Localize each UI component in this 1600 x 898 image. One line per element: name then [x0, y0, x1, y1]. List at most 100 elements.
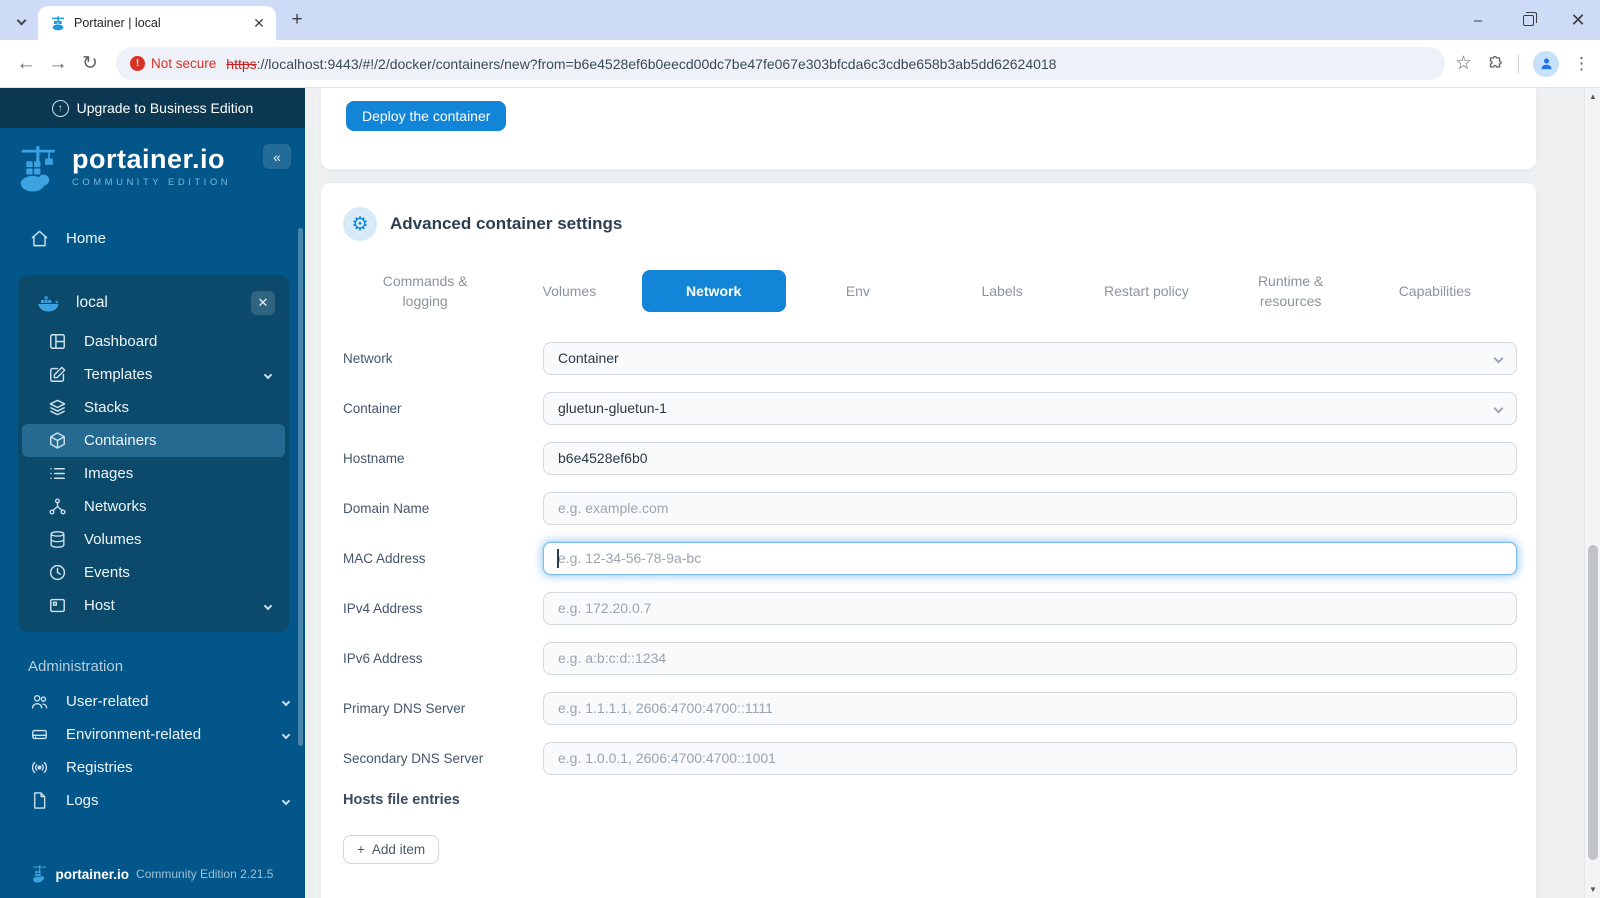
browser-menu-icon[interactable]: ⋮ [1573, 54, 1590, 74]
sidebar-item-images[interactable]: Images [22, 457, 285, 490]
sidebar: ↑ Upgrade to Business Edition portainer.… [0, 88, 305, 898]
close-environment-button[interactable]: ✕ [251, 291, 275, 315]
sidebar-item-volumes[interactable]: Volumes [22, 523, 285, 556]
chevron-down-icon [263, 370, 273, 379]
sidebar-scrollbar-thumb[interactable] [298, 228, 303, 746]
logo-subtitle: COMMUNITY EDITION [72, 177, 232, 188]
sidebar-item-containers[interactable]: Containers [22, 424, 285, 457]
close-environment-icon: ✕ [257, 295, 269, 310]
url-rest: ://localhost:9443/#!/2/docker/containers… [256, 55, 1057, 72]
reload-button[interactable]: ↻ [74, 48, 106, 80]
scroll-down-icon[interactable]: ▼ [1585, 885, 1600, 894]
scrollbar-thumb[interactable] [1588, 545, 1598, 860]
tab-capabilities[interactable]: Capabilities [1363, 277, 1507, 305]
environment-header[interactable]: local ✕ [22, 281, 285, 325]
app-content: ↑ Upgrade to Business Edition portainer.… [0, 88, 1600, 898]
secondary-dns-input[interactable] [543, 741, 1517, 775]
url-bar[interactable]: ! Not secure https://localhost:9443/#!/2… [116, 47, 1445, 80]
minimize-button[interactable]: – [1466, 8, 1490, 32]
sidebar-item-registries[interactable]: Registries [0, 751, 305, 784]
scroll-up-icon[interactable]: ▲ [1585, 92, 1600, 101]
bookmark-star-icon[interactable]: ☆ [1455, 52, 1472, 75]
collapse-sidebar-button[interactable]: « [263, 144, 291, 169]
network-select[interactable]: Container [543, 341, 1517, 375]
sidebar-item-label: Logs [66, 792, 99, 809]
tab-runtime-resources[interactable]: Runtime & resources [1219, 267, 1363, 316]
browser-tab-strip: Portainer | local ✕ + – ✕ [0, 0, 1600, 40]
ipv6-address-input[interactable] [543, 641, 1517, 675]
sidebar-footer: portainer.io Community Edition 2.21.5 [0, 864, 305, 884]
window-controls: – ✕ [1466, 0, 1590, 40]
sidebar-item-label: Networks [84, 498, 147, 515]
extensions-icon[interactable] [1486, 55, 1504, 73]
new-tab-button[interactable]: + [284, 7, 310, 33]
maximize-button[interactable] [1516, 8, 1540, 32]
back-button[interactable]: ← [10, 48, 42, 80]
form-row-ipv6-address: IPv6 Address [343, 641, 1517, 675]
sidebar-item-environment-related[interactable]: Environment-related [0, 718, 305, 751]
sidebar-item-logs[interactable]: Logs [0, 784, 305, 817]
network-select-value: Container [558, 350, 619, 367]
forward-button[interactable]: → [42, 48, 74, 80]
new-tab-icon: + [291, 9, 303, 30]
mac-address-input[interactable] [543, 541, 1517, 575]
tab-close-icon[interactable]: ✕ [250, 14, 268, 32]
field-label: Hostname [343, 450, 405, 466]
tab-labels[interactable]: Labels [930, 277, 1074, 305]
network-form: Network Container Container gluetun-glue… [343, 341, 1517, 864]
sidebar-item-networks[interactable]: Networks [22, 490, 285, 523]
tab-env[interactable]: Env [786, 277, 930, 305]
sidebar-item-stacks[interactable]: Stacks [22, 391, 285, 424]
sidebar-item-home[interactable]: Home [0, 222, 305, 255]
deploy-container-button[interactable]: Deploy the container [346, 101, 507, 131]
sidebar-item-user-related[interactable]: User-related [0, 685, 305, 718]
portainer-footer-logo [32, 864, 49, 884]
tab-volumes[interactable]: Volumes [497, 277, 641, 305]
sidebar-item-templates[interactable]: Templates [22, 358, 285, 391]
collapse-sidebar-icon: « [273, 148, 281, 165]
add-item-button[interactable]: + Add item [343, 834, 440, 864]
form-row-hostname: Hostname [343, 441, 1517, 475]
chevron-down-icon [281, 796, 291, 805]
back-icon: ← [16, 52, 36, 74]
browser-window: Portainer | local ✕ + – ✕ ← → ↻ ! Not se… [0, 0, 1600, 898]
sidebar-item-events[interactable]: Events [22, 556, 285, 589]
profile-avatar[interactable] [1533, 50, 1559, 77]
tab-search-button[interactable] [8, 7, 34, 33]
url-scheme: https [226, 55, 257, 72]
browser-tab-active[interactable]: Portainer | local ✕ [38, 6, 276, 40]
settings-title: Advanced container settings [390, 214, 623, 233]
hostname-input[interactable] [543, 441, 1517, 475]
upgrade-banner[interactable]: ↑ Upgrade to Business Edition [0, 88, 305, 128]
ipv4-address-input[interactable] [543, 591, 1517, 625]
field-label: MAC Address [343, 550, 426, 566]
environment-panel: local ✕ Dashboard Templates Stacks Conta… [18, 275, 289, 632]
field-label: Network [343, 350, 393, 366]
domain-name-input[interactable] [543, 491, 1517, 525]
advanced-settings-card: ⚙ Advanced container settings Commands &… [320, 182, 1537, 898]
forward-icon: → [48, 52, 68, 74]
tab-search-chevron-icon [16, 15, 26, 25]
main-content: Deploy the container ⚙ Advanced containe… [305, 88, 1600, 898]
form-row-domain-name: Domain Name [343, 491, 1517, 525]
tab-restart-policy[interactable]: Restart policy [1074, 277, 1218, 305]
stacks-icon [48, 398, 67, 417]
networks-icon [48, 497, 67, 516]
toolbar-actions: ☆ ⋮ [1455, 50, 1590, 77]
sidebar-item-label: Stacks [84, 399, 130, 416]
tab-commands-logging[interactable]: Commands & logging [353, 267, 497, 316]
security-badge-label: Not secure [151, 56, 217, 71]
close-window-button[interactable]: ✕ [1566, 8, 1590, 32]
sidebar-item-label: Registries [66, 759, 133, 776]
primary-dns-input[interactable] [543, 691, 1517, 725]
tab-network[interactable]: Network [641, 270, 786, 313]
browser-toolbar: ← → ↻ ! Not secure https://localhost:944… [0, 40, 1600, 88]
sidebar-item-host[interactable]: Host [22, 589, 285, 622]
security-badge[interactable]: ! Not secure [130, 56, 216, 71]
container-select[interactable]: gluetun-gluetun-1 [543, 391, 1517, 425]
sidebar-item-dashboard[interactable]: Dashboard [22, 325, 285, 358]
page-scrollbar[interactable]: ▲ ▼ [1584, 88, 1600, 898]
sidebar-item-label: Dashboard [84, 333, 158, 350]
text-cursor [557, 548, 559, 568]
upgrade-arrow-icon: ↑ [51, 99, 69, 117]
